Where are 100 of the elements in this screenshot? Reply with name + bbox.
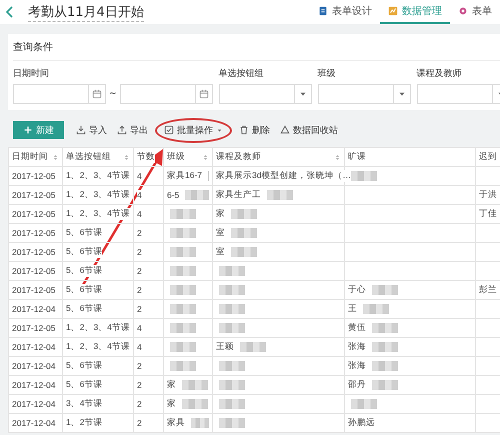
form-title: 考勤从11月4日开始 [28,2,144,22]
column-header[interactable]: 日期时间 [8,148,62,166]
table-cell: 2 [137,418,142,428]
table-cell: 2017-12-05 [12,323,56,333]
table-cell: 张海 [348,360,366,372]
toolbar-button[interactable]: 导出 [115,122,150,138]
table-cell: 2 [137,380,142,390]
table-cell: 2017-12-04 [12,304,56,314]
table-cell: 邵丹 [348,379,366,391]
date-field[interactable] [120,84,213,104]
toolbar-button[interactable]: 删除 [237,122,272,138]
plus-icon [23,125,33,135]
calendar-icon [198,89,209,99]
table-cell: 2 [137,228,142,238]
table-cell: 5、6节课 [66,246,102,258]
column-header[interactable]: 班级 [164,148,212,166]
table-cell: 2017-12-04 [12,361,56,371]
table-cell: 4 [137,342,142,352]
table-cell: 1、2节课 [66,417,102,429]
field-label: 课程及教师 [416,68,463,80]
table-cell: 家具 [167,417,185,429]
calendar-icon [92,89,102,99]
table-cell: 2017-12-04 [12,342,56,352]
field-label: 班级 [318,68,337,80]
table-cell: 1、2、3、4节课 [66,170,130,182]
table-cell: 3、4节课 [66,398,102,410]
tab[interactable]: 表单设计 [310,0,380,24]
table-cell: 4 [137,209,142,219]
date-field[interactable] [13,84,106,104]
table-cell: 5、6节课 [66,284,102,296]
trash-icon [239,125,249,135]
dropdown-button[interactable]: 批量操作 [162,122,225,138]
table-cell: 2017-12-04 [12,418,56,428]
recycle-icon [280,125,290,135]
table-cell: 家 [167,379,176,391]
document-icon [318,6,328,16]
table-cell: 2017-12-05 [12,247,56,257]
table-cell: 王颖 [216,341,234,353]
tab[interactable]: 表单 [450,0,500,24]
column-header[interactable]: 课程及教师 [212,148,344,166]
sort-icon [52,154,59,160]
field-label: 日期时间 [13,68,50,80]
table-cell: 室 [216,227,225,239]
checklist-icon [164,125,174,135]
sort-icon [334,154,341,160]
range-separator: ~ [109,89,117,99]
table-cell: 5、6节课 [66,379,102,391]
table-cell: 2017-12-05 [12,285,56,295]
table-cell: 5、6节课 [66,360,102,372]
table-cell: 2017-12-05 [12,171,56,181]
toolbar-button[interactable]: 导入 [74,122,109,138]
table-cell: 2 [137,247,142,257]
table-cell: 家具16-7 [167,170,202,182]
table-cell: 于心 [348,284,366,296]
table-cell: 1、2、3、4节课 [66,189,130,201]
caret-icon [216,126,223,134]
table-cell: 2017-12-04 [12,399,56,409]
table-cell: 黄伍 [348,322,366,334]
toolbar-button[interactable]: 数据回收站 [278,122,340,138]
table-cell: 张海 [348,341,366,353]
table-cell: 家 [216,208,225,220]
table-cell: 彭兰 [479,284,497,296]
table-cell: 2017-12-05 [12,190,56,200]
column-header[interactable]: 旷课 [344,148,476,166]
table-cell: 2017-12-04 [12,380,56,390]
select-field[interactable] [416,84,500,104]
table-cell: 5、6节课 [66,227,102,239]
table-cell: 孙鹏远 [348,417,375,429]
select-field[interactable] [318,84,411,104]
table-cell: 1、2、3、4节课 [66,341,130,353]
table-cell: 2 [137,304,142,314]
table-cell: 2 [137,399,142,409]
table-cell: 室 [216,246,225,258]
column-header[interactable]: 单选按钮组 [62,148,134,166]
sort-icon [202,154,209,160]
table-cell: 4 [137,171,142,181]
sort-icon [123,154,130,160]
table-cell: 1、2、3、4节课 [66,322,130,334]
table-cell: 2017-12-05 [12,228,56,238]
table-cell: 5、6节课 [66,303,102,315]
field-label: 单选按钮组 [218,68,265,80]
table-cell: 于洪 [479,189,497,201]
table-cell: 6-5 [167,190,180,200]
table-cell: 4 [137,323,142,333]
panel-title: 查询条件 [13,40,500,61]
chart-icon [388,6,398,16]
table-cell: 2017-12-05 [12,209,56,219]
table-cell: 2017-12-05 [12,266,56,276]
table-cell: 丁佳 [479,208,497,220]
table-cell: 2 [137,361,142,371]
upload-icon [117,125,127,135]
column-header[interactable]: 迟到 [476,148,500,166]
table-cell: 家具生产工 [216,189,261,201]
table-cell: 4 [137,190,142,200]
table-cell: 2 [137,266,142,276]
table-cell: 2 [137,285,142,295]
table-cell: 家具展示3d模型创建，张晓坤（… [216,170,351,182]
table-cell: 1、2、3、4节课 [66,208,130,220]
download-icon [76,125,86,135]
select-field[interactable] [218,84,312,104]
